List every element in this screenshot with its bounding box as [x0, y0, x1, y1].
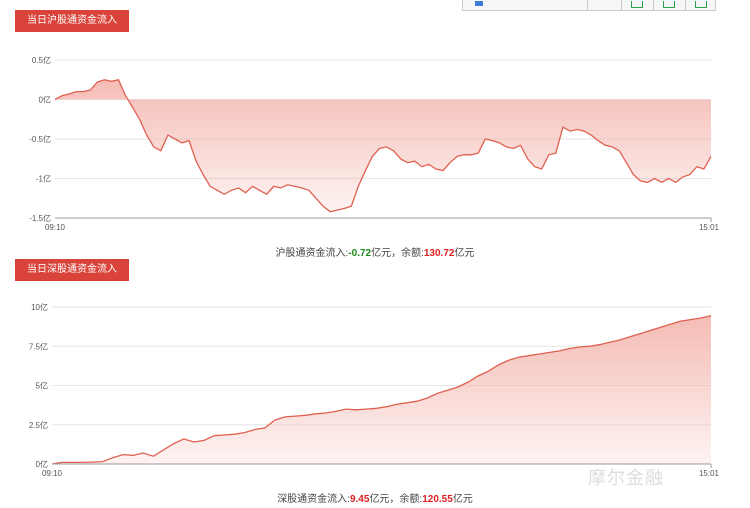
y-tick-label: -0.5亿 — [29, 134, 51, 144]
y-tick-label: 0亿 — [39, 95, 51, 105]
panel2-flow-value: 9.45 — [349, 494, 370, 505]
y-tick-label: 2.5亿 — [29, 420, 48, 430]
panel2-unit2: 亿元 — [452, 494, 473, 505]
panel2-unit1: 亿元，余额: — [369, 494, 423, 505]
area-fill — [52, 315, 711, 464]
y-tick-label: 0.5亿 — [32, 55, 51, 65]
y-tick-label: -1.5亿 — [29, 213, 51, 223]
y-tick-label: 5亿 — [36, 381, 48, 391]
y-tick-label: 7.5亿 — [29, 341, 48, 351]
panel2-balance-value: 120.55 — [422, 494, 453, 505]
x-tick-label-start: 09:10 — [42, 469, 63, 478]
y-tick-label: 10亿 — [31, 302, 48, 312]
watermark-logo: 摩尔金融 — [588, 468, 664, 488]
x-tick-label-end: 15:01 — [699, 223, 720, 232]
x-tick-label-end: 15:01 — [699, 469, 720, 478]
panel2-caption: 深股通资金流入:9.45亿元，余额:120.55亿元 — [0, 490, 750, 505]
x-tick-label-start: 09:10 — [45, 223, 66, 232]
sh-connect-flow-chart: 0.5亿 0亿 -0.5亿 -1亿 -1.5亿09:10 15:01 — [29, 55, 720, 232]
panel2-caption-label: 深股通资金流入: — [277, 494, 350, 505]
sz-connect-flow-chart: 10亿 7.5亿 5亿 2.5亿 0亿09:10 15:01 — [29, 302, 720, 478]
y-tick-label: 0亿 — [36, 459, 48, 469]
y-tick-label: -1亿 — [36, 174, 51, 184]
